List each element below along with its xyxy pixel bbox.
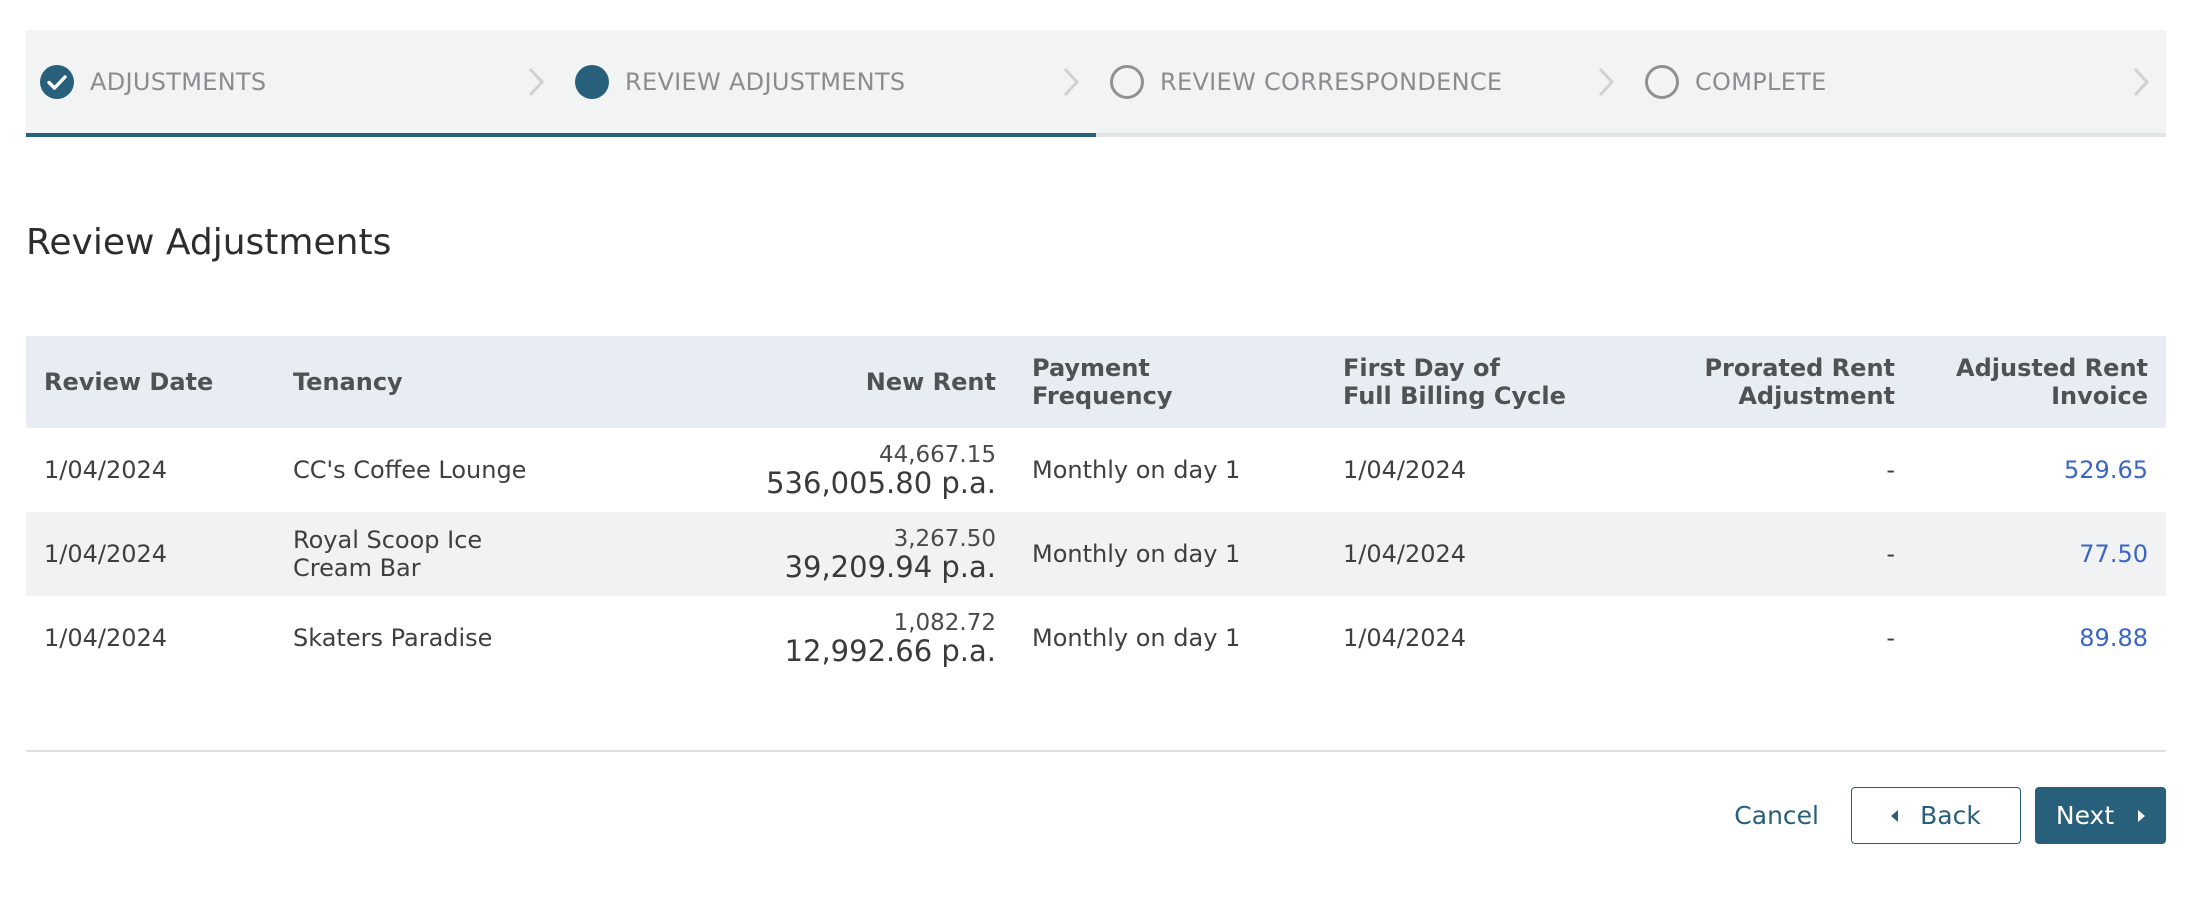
cell-tenancy: Royal Scoop Ice Cream Bar [275,512,582,596]
step-label: REVIEW ADJUSTMENTS [625,67,906,96]
cell-payment-frequency: Monthly on day 1 [1032,624,1241,652]
cell-tenancy: Skaters Paradise [293,624,493,652]
step-label: ADJUSTMENTS [90,67,267,96]
footer-divider [26,750,2166,752]
header-line: Payment [1032,354,1150,382]
table-header-row: Review Date Tenancy New Rent Payment Fre… [26,336,2166,428]
back-label: Back [1920,801,1981,830]
table-row: 1/04/2024 Royal Scoop Ice Cream Bar 3,26… [26,512,2166,596]
back-button[interactable]: Back [1851,787,2021,844]
caret-left-icon [1891,809,1899,822]
footer-actions: Cancel Back Next [1734,787,2166,844]
step-review-adjustments[interactable]: REVIEW ADJUSTMENTS [561,30,1096,133]
cell-adjusted-invoice: 89.88 [1913,596,2166,680]
step-review-correspondence[interactable]: REVIEW CORRESPONDENCE [1096,30,1631,133]
chevron-right-icon [2133,67,2150,96]
chevron-right-icon [528,67,545,96]
cell-tenancy: CC's Coffee Lounge [293,456,527,484]
header-tenancy[interactable]: Tenancy [275,336,582,428]
header-first-day-billing[interactable]: First Day of Full Billing Cycle [1325,336,1621,428]
rent-monthly: 3,267.50 [893,525,996,552]
cell-adjusted-invoice: 77.50 [1913,512,2166,596]
step-adjustments[interactable]: ADJUSTMENTS [26,30,561,133]
cell-new-rent: 1,082.72 12,992.66 p.a. [582,596,1014,680]
header-line: Full Billing Cycle [1343,382,1566,410]
cell-new-rent: 3,267.50 39,209.94 p.a. [582,512,1014,596]
header-line: Adjusted Rent [1956,354,2148,382]
header-review-date[interactable]: Review Date [26,336,275,428]
rent-annual: 39,209.94 p.a. [784,549,996,584]
cell-payment-frequency: Monthly on day 1 [1014,512,1325,596]
cell-prorated: - [1886,456,1895,484]
header-new-rent[interactable]: New Rent [582,336,1014,428]
cell-payment-frequency: Monthly on day 1 [1032,456,1241,484]
cell-prorated: - [1621,512,1913,596]
header-prorated-rent[interactable]: Prorated Rent Adjustment [1621,336,1913,428]
invoice-link[interactable]: 89.88 [2079,624,2148,652]
page-title: Review Adjustments [26,222,392,263]
next-button[interactable]: Next [2035,787,2166,844]
header-line: Invoice [2051,382,2148,410]
adjustments-table: Review Date Tenancy New Rent Payment Fre… [26,336,2166,680]
cell-review-date: 1/04/2024 [44,456,168,484]
cell-review-date: 1/04/2024 [44,624,168,652]
header-line: First Day of [1343,354,1500,382]
header-adjusted-invoice[interactable]: Adjusted Rent Invoice [1913,336,2166,428]
cell-first-day: 1/04/2024 [1343,624,1467,652]
invoice-link[interactable]: 77.50 [2079,540,2148,568]
wizard-stepper: ADJUSTMENTS REVIEW ADJUSTMENTS REVIEW CO… [26,30,2166,137]
rent-annual: 12,992.66 p.a. [784,633,996,668]
header-line: Adjustment [1738,382,1895,410]
header-line: Frequency [1032,382,1173,410]
chevron-right-icon [1063,67,1080,96]
current-step-icon [575,64,609,99]
cancel-link[interactable]: Cancel [1734,801,1819,830]
step-complete[interactable]: COMPLETE [1631,30,2166,133]
caret-right-icon [2138,809,2146,822]
cell-first-day: 1/04/2024 [1325,512,1621,596]
step-label: REVIEW CORRESPONDENCE [1160,67,1503,96]
cell-prorated: - [1886,624,1895,652]
cell-first-day: 1/04/2024 [1343,456,1467,484]
next-label: Next [2055,801,2115,830]
empty-circle-icon [1645,64,1679,99]
stepper-progress-bar [26,133,1096,137]
cell-adjusted-invoice: 529.65 [1913,428,2166,512]
check-icon [40,64,74,99]
table-row: 1/04/2024 CC's Coffee Lounge 44,667.15 5… [26,428,2166,512]
cell-new-rent: 44,667.15 536,005.80 p.a. [582,428,1014,512]
header-payment-frequency[interactable]: Payment Frequency [1014,336,1325,428]
rent-monthly: 44,667.15 [878,441,996,468]
table-row: 1/04/2024 Skaters Paradise 1,082.72 12,9… [26,596,2166,680]
rent-annual: 536,005.80 p.a. [766,465,996,500]
cell-review-date: 1/04/2024 [26,512,275,596]
chevron-right-icon [1598,67,1615,96]
header-line: Prorated Rent [1704,354,1895,382]
invoice-link[interactable]: 529.65 [2064,456,2148,484]
rent-monthly: 1,082.72 [893,609,996,636]
step-label: COMPLETE [1695,67,1827,96]
empty-circle-icon [1110,64,1144,99]
